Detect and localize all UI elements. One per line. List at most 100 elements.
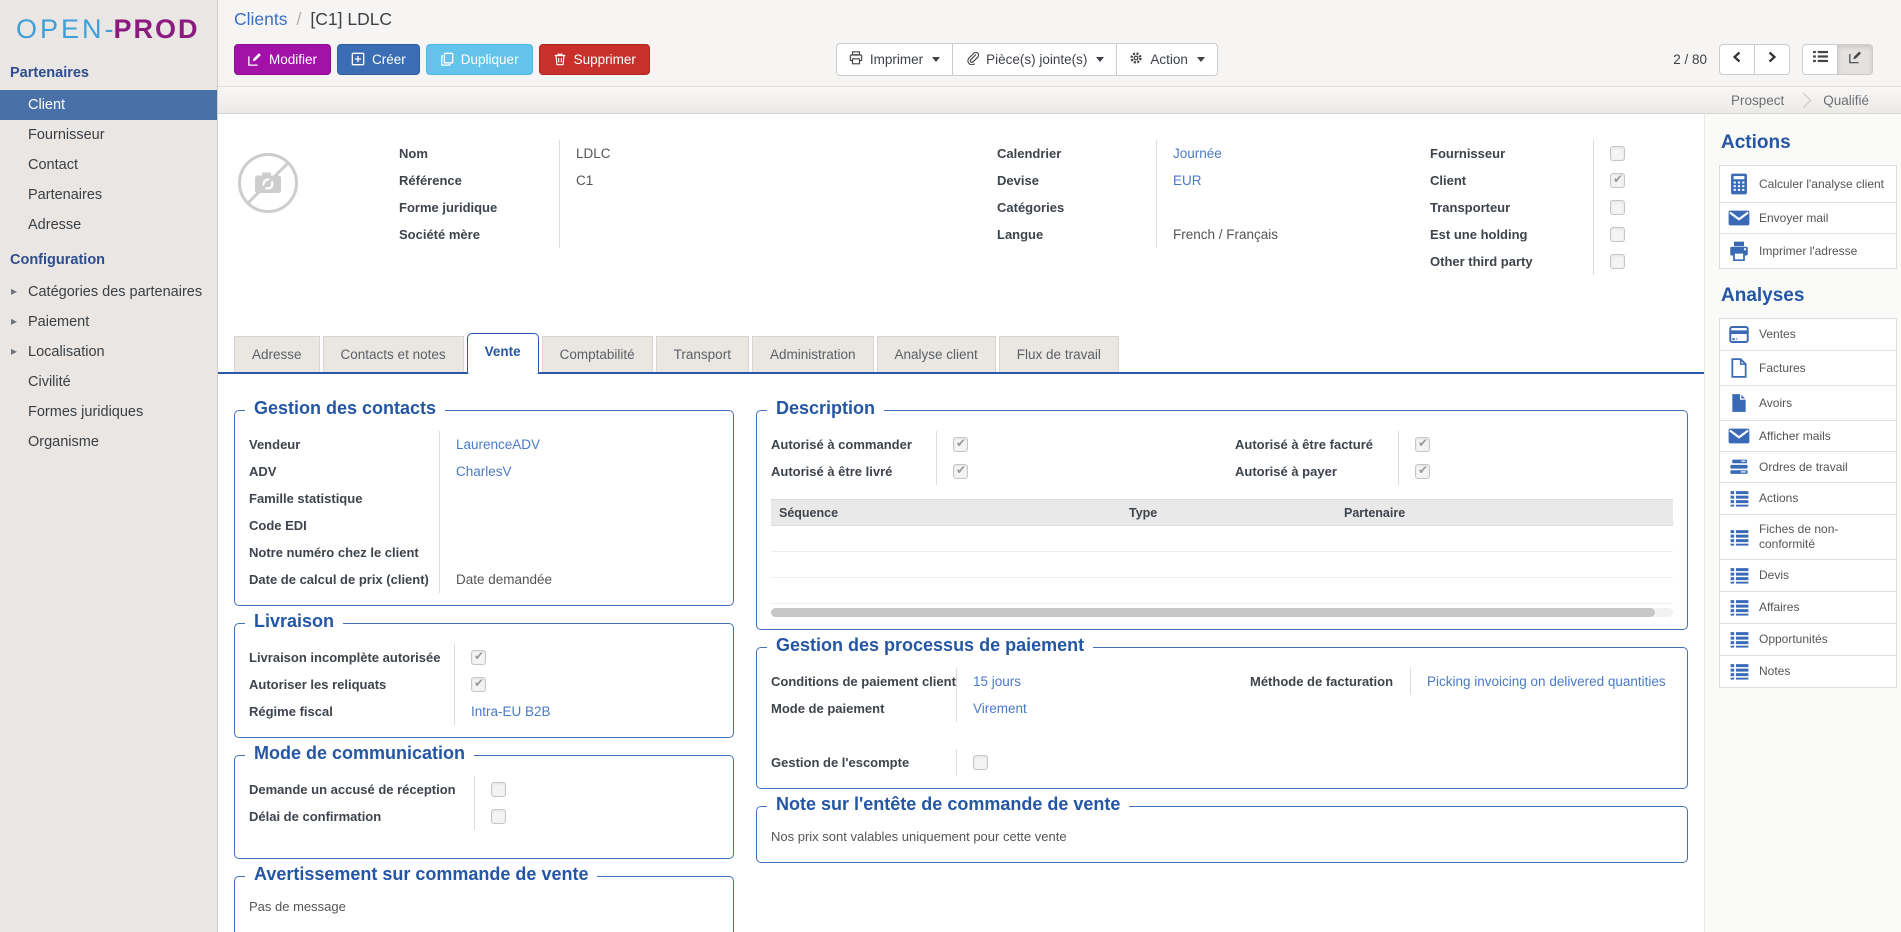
analysis-avoirs[interactable]: Avoirs [1719, 385, 1897, 421]
action-imprimer-adresse[interactable]: Imprimer l'adresse [1719, 233, 1897, 269]
fournisseur-checkbox[interactable] [1610, 146, 1625, 161]
vendeur-value-link[interactable]: LaurenceADV [456, 437, 540, 452]
gestion-escompte-checkbox[interactable] [973, 755, 988, 770]
other-third-party-checkbox[interactable] [1610, 254, 1625, 269]
analysis-afficher-mails[interactable]: Afficher mails [1719, 420, 1897, 452]
record-pager: 2 / 80 [1673, 52, 1707, 67]
autorise-payer-checkbox[interactable] [1415, 464, 1430, 479]
sidebar-item-localisation[interactable]: Localisation [0, 337, 217, 367]
tab-comptabilite[interactable]: Comptabilité [542, 336, 653, 372]
analysis-ordres-de-travail[interactable]: Ordres de travail [1719, 451, 1897, 483]
livraison-incomplete-label: Livraison incomplète autorisée [249, 650, 454, 665]
analysis-notes[interactable]: Notes [1719, 655, 1897, 688]
sidebar-item-civilite[interactable]: Civilité [0, 367, 217, 397]
creer-button[interactable]: Créer [337, 44, 420, 75]
list-view-button[interactable] [1802, 44, 1838, 75]
accuse-reception-checkbox[interactable] [491, 782, 506, 797]
breadcrumb-parent-link[interactable]: Clients [234, 9, 288, 30]
methode-facturation-value-link[interactable]: Picking invoicing on delivered quantitie… [1427, 674, 1666, 689]
form-view-button[interactable] [1837, 44, 1873, 75]
sidebar-item-fournisseur[interactable]: Fournisseur [0, 120, 217, 150]
status-step-qualifie[interactable]: Qualifié [1809, 93, 1883, 108]
devise-value-link[interactable]: EUR [1173, 173, 1202, 188]
list-icon [1728, 631, 1750, 648]
livraison-incomplete-checkbox[interactable] [471, 650, 486, 665]
no-photo-icon[interactable] [237, 152, 299, 214]
panel-item-label: Avoirs [1759, 396, 1792, 411]
date-calcul-prix-value: Date demandée [456, 572, 552, 587]
livraison-section: Livraison Livraison incomplète autorisée… [234, 623, 734, 738]
nom-label: Nom [399, 146, 559, 161]
tab-vente[interactable]: Vente [467, 333, 539, 374]
autorise-payer-label: Autorisé à payer [1235, 464, 1398, 479]
sidebar-item-paiement[interactable]: Paiement [0, 307, 217, 337]
supprimer-button[interactable]: Supprimer [539, 44, 650, 75]
calendrier-value-link[interactable]: Journée [1173, 146, 1222, 161]
sidebar-item-contact[interactable]: Contact [0, 150, 217, 180]
description-section: Description Autorisé à commander Autoris… [756, 410, 1688, 630]
dupliquer-button[interactable]: Dupliquer [426, 44, 533, 75]
autorise-livre-checkbox[interactable] [953, 464, 968, 479]
analysis-ventes[interactable]: Ventes [1719, 318, 1897, 351]
adv-value-link[interactable]: CharlesV [456, 464, 512, 479]
analysis-actions[interactable]: Actions [1719, 482, 1897, 515]
sidebar-item-formes-juridiques[interactable]: Formes juridiques [0, 397, 217, 427]
holding-checkbox[interactable] [1610, 227, 1625, 242]
sidebar-item-partenaires[interactable]: Partenaires [0, 180, 217, 210]
pieces-jointes-dropdown[interactable]: Pièce(s) jointe(s) [952, 43, 1117, 76]
tab-analyse-client[interactable]: Analyse client [877, 336, 996, 372]
analysis-devis[interactable]: Devis [1719, 559, 1897, 592]
previous-record-button[interactable] [1719, 44, 1755, 75]
autorise-facture-checkbox[interactable] [1415, 437, 1430, 452]
panel-item-label: Fiches de non-conformité [1759, 522, 1888, 552]
scrollbar-thumb[interactable] [771, 608, 1655, 617]
list-view-icon [1813, 50, 1828, 68]
tab-adresse[interactable]: Adresse [234, 336, 320, 372]
tab-flux-de-travail[interactable]: Flux de travail [999, 336, 1119, 372]
calendrier-label: Calendrier [997, 146, 1156, 161]
imprimer-dropdown[interactable]: Imprimer [836, 43, 953, 76]
sidebar-item-organisme[interactable]: Organisme [0, 427, 217, 457]
tab-transport[interactable]: Transport [656, 336, 749, 372]
transporteur-checkbox[interactable] [1610, 200, 1625, 215]
panel-item-label: Imprimer l'adresse [1759, 244, 1857, 259]
analysis-factures[interactable]: Factures [1719, 350, 1897, 386]
delai-confirmation-checkbox[interactable] [491, 809, 506, 824]
sidebar-item-categories-partenaires[interactable]: Catégories des partenaires [0, 277, 217, 307]
panel-item-label: Factures [1759, 361, 1806, 376]
analysis-fiches-non-conformite[interactable]: Fiches de non-conformité [1719, 514, 1897, 560]
autoriser-reliquats-checkbox[interactable] [471, 677, 486, 692]
next-record-button[interactable] [1754, 44, 1790, 75]
mode-paiement-value-link[interactable]: Virement [973, 701, 1027, 716]
panel-item-label: Affaires [1759, 600, 1799, 615]
panel-item-label: Notes [1759, 664, 1790, 679]
calculator-icon [1728, 173, 1750, 195]
client-checkbox[interactable] [1610, 173, 1625, 188]
tab-contacts-et-notes[interactable]: Contacts et notes [323, 336, 464, 372]
avertissement-section: Avertissement sur commande de vente Pas … [234, 876, 734, 932]
app-logo[interactable]: OPEN-PROD [0, 0, 217, 53]
actions-panel-title: Actions [1721, 132, 1897, 154]
status-step-prospect[interactable]: Prospect [1717, 93, 1798, 108]
regime-fiscal-value-link[interactable]: Intra-EU B2B [471, 704, 551, 719]
autorise-commander-checkbox[interactable] [953, 437, 968, 452]
sidebar-item-adresse[interactable]: Adresse [0, 210, 217, 240]
supprimer-label: Supprimer [574, 52, 636, 67]
conditions-paiement-value-link[interactable]: 15 jours [973, 674, 1021, 689]
action-envoyer-mail[interactable]: Envoyer mail [1719, 202, 1897, 234]
caret-down-icon [1197, 57, 1205, 62]
caret-down-icon [932, 57, 940, 62]
left-sidebar: OPEN-PROD Partenaires Client Fournisseur… [0, 0, 218, 932]
devise-label: Devise [997, 173, 1156, 188]
chevron-right-icon [1766, 50, 1778, 69]
analysis-affaires[interactable]: Affaires [1719, 591, 1897, 624]
processus-paiement-title: Gestion des processus de paiement [767, 635, 1093, 656]
action-dropdown[interactable]: Action [1116, 43, 1218, 76]
action-calculer-analyse-client[interactable]: Calculer l'analyse client [1719, 165, 1897, 203]
form-view-icon [1848, 50, 1863, 69]
modifier-button[interactable]: Modifier [234, 44, 331, 75]
sidebar-item-client[interactable]: Client [0, 90, 217, 120]
panel-item-label: Actions [1759, 491, 1798, 506]
tab-administration[interactable]: Administration [752, 336, 874, 372]
analysis-opportunites[interactable]: Opportunités [1719, 623, 1897, 656]
